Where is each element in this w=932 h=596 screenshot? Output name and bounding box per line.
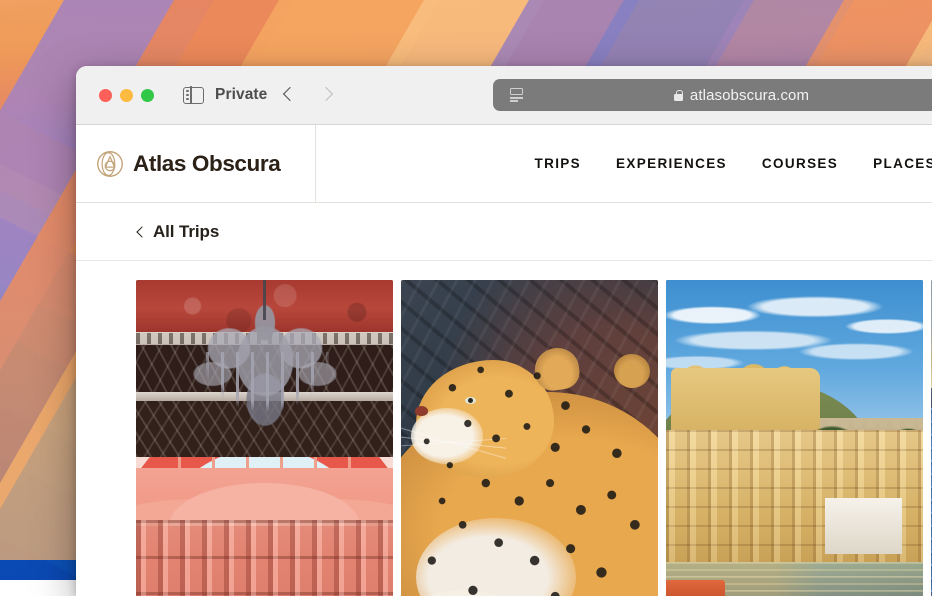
trip-card-leopard[interactable]: [401, 280, 658, 596]
brand-logo-link[interactable]: Atlas Obscura: [76, 125, 316, 202]
safari-browser-window: Private atlasobscura.com At: [76, 66, 932, 596]
trip-card-gallery: [76, 261, 932, 596]
minimize-button[interactable]: [120, 89, 133, 102]
sidebar-icon[interactable]: [183, 87, 204, 104]
nav-item-places[interactable]: PLACES: [873, 156, 932, 171]
nav-item-courses[interactable]: COURSES: [762, 156, 838, 171]
browser-toolbar: Private atlasobscura.com: [76, 66, 932, 125]
reader-view-icon[interactable]: [509, 88, 524, 102]
trip-card-image: [666, 280, 923, 596]
address-bar[interactable]: atlasobscura.com: [493, 79, 932, 111]
site-header: Atlas Obscura TRIPS EXPERIENCES COURSES …: [76, 125, 932, 203]
trip-card-image: [136, 280, 393, 596]
brand-wordmark: Atlas Obscura: [133, 151, 280, 177]
trip-card-lake-city[interactable]: [666, 280, 923, 596]
nav-item-trips[interactable]: TRIPS: [535, 156, 582, 171]
atlas-obscura-logo-icon: [96, 150, 124, 178]
chevron-left-icon[interactable]: [136, 225, 144, 238]
zoom-button[interactable]: [141, 89, 154, 102]
trip-card-pink-palace[interactable]: [136, 280, 393, 596]
primary-navigation: TRIPS EXPERIENCES COURSES PLACES: [316, 125, 932, 202]
breadcrumb[interactable]: All Trips: [76, 203, 932, 261]
close-button[interactable]: [99, 89, 112, 102]
nav-item-experiences[interactable]: EXPERIENCES: [616, 156, 727, 171]
trip-card-image: [401, 280, 658, 596]
lock-icon: [674, 90, 683, 101]
chevron-left-icon[interactable]: [284, 86, 294, 104]
breadcrumb-label: All Trips: [153, 222, 219, 242]
url-text: atlasobscura.com: [690, 87, 809, 104]
private-browsing-label: Private: [215, 86, 267, 104]
window-controls: [99, 89, 154, 102]
chevron-right-icon[interactable]: [320, 86, 330, 104]
